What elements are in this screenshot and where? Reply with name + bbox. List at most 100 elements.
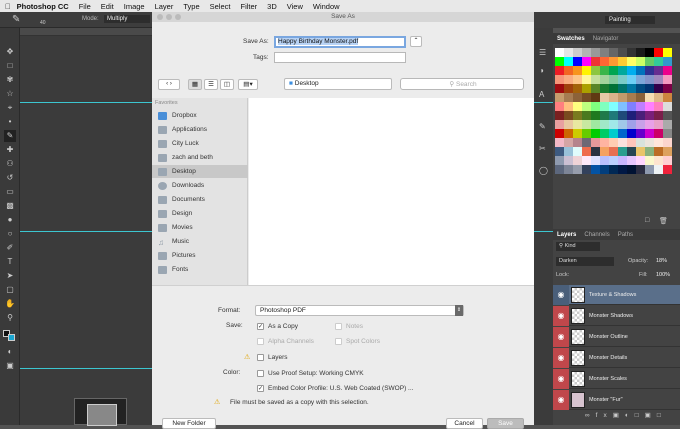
color-swatch[interactable] — [663, 120, 672, 129]
embed-profile-checkbox[interactable]: ✓ — [257, 385, 264, 392]
color-swatch[interactable] — [618, 48, 627, 57]
color-swatch[interactable] — [645, 75, 654, 84]
color-swatch[interactable] — [618, 75, 627, 84]
color-swatch[interactable] — [609, 48, 618, 57]
cancel-button[interactable]: Cancel — [446, 418, 483, 429]
alpha-channels-checkbox[interactable] — [257, 338, 264, 345]
layer-row[interactable]: ◉ Monster "Fur" — [553, 389, 680, 410]
color-swatch[interactable] — [555, 165, 564, 174]
color-swatch[interactable] — [582, 102, 591, 111]
mode-select[interactable]: Multiply — [104, 15, 150, 23]
color-swatch[interactable] — [609, 147, 618, 156]
color-swatch[interactable] — [564, 48, 573, 57]
tab-swatches[interactable]: Swatches — [553, 36, 589, 42]
sidebar-item-zach-and-beth[interactable]: zach and beth — [152, 151, 248, 164]
path-select-icon[interactable]: ➤ — [4, 270, 16, 282]
tags-input[interactable] — [274, 52, 406, 63]
color-swatch[interactable] — [645, 111, 654, 120]
color-swatch[interactable] — [645, 138, 654, 147]
apple-icon[interactable]:  — [5, 2, 11, 11]
save-button[interactable]: Save — [487, 418, 524, 429]
color-swatch[interactable] — [573, 129, 582, 138]
color-swatch[interactable] — [591, 111, 600, 120]
color-swatch[interactable] — [663, 165, 672, 174]
color-swatch[interactable] — [654, 66, 663, 75]
color-swatch[interactable] — [663, 84, 672, 93]
color-swatch[interactable] — [618, 57, 627, 66]
eraser-tool-icon[interactable]: ▭ — [4, 186, 16, 198]
color-swatch[interactable] — [555, 84, 564, 93]
color-swatch[interactable] — [591, 120, 600, 129]
quick-mask-icon[interactable]: ◐ — [4, 346, 16, 358]
color-swatch[interactable] — [573, 111, 582, 120]
color-swatch[interactable] — [591, 156, 600, 165]
color-swatch[interactable] — [618, 102, 627, 111]
brush-size[interactable]: 40 — [40, 20, 46, 26]
color-swatch[interactable] — [600, 102, 609, 111]
color-swatch[interactable] — [663, 111, 672, 120]
clone-source-icon[interactable]: ✂ — [539, 144, 546, 153]
color-swatch[interactable] — [591, 84, 600, 93]
color-swatch[interactable] — [636, 93, 645, 102]
hand-tool-icon[interactable]: ✋ — [4, 298, 16, 310]
3d-panel-icon[interactable]: ◯ — [539, 166, 548, 175]
type-tool-icon[interactable]: T — [4, 256, 16, 268]
fill-value[interactable]: 100% — [656, 272, 670, 278]
color-swatch[interactable] — [600, 48, 609, 57]
color-swatch[interactable] — [645, 156, 654, 165]
column-view-icon[interactable]: ◫ — [220, 79, 234, 90]
color-swatch[interactable] — [582, 48, 591, 57]
color-swatch[interactable] — [627, 75, 636, 84]
color-swatch[interactable] — [591, 147, 600, 156]
visibility-eye-icon[interactable]: ◉ — [553, 389, 569, 410]
color-swatch[interactable] — [600, 129, 609, 138]
color-swatch[interactable] — [600, 57, 609, 66]
color-swatch[interactable] — [555, 93, 564, 102]
color-swatch[interactable] — [627, 57, 636, 66]
adjustments-panel-icon[interactable]: ◑ — [539, 66, 544, 75]
color-swatch[interactable] — [555, 147, 564, 156]
color-swatch[interactable] — [636, 66, 645, 75]
color-swatch[interactable] — [654, 120, 663, 129]
color-swatch[interactable] — [591, 48, 600, 57]
color-swatch[interactable] — [645, 129, 654, 138]
color-swatch[interactable] — [645, 48, 654, 57]
visibility-eye-icon[interactable]: ◉ — [553, 284, 569, 305]
color-swatch[interactable] — [636, 84, 645, 93]
color-swatch[interactable] — [600, 156, 609, 165]
color-swatch[interactable] — [582, 66, 591, 75]
tab-channels[interactable]: Channels — [580, 232, 613, 238]
color-swatch[interactable] — [627, 129, 636, 138]
swatch-grid[interactable] — [555, 48, 672, 174]
blur-tool-icon[interactable]: ● — [4, 214, 16, 226]
color-swatch[interactable] — [654, 147, 663, 156]
color-swatch[interactable] — [573, 156, 582, 165]
stamp-tool-icon[interactable]: ⚇ — [4, 158, 16, 170]
location-select[interactable]: ■ Desktop — [284, 78, 392, 90]
color-swatch[interactable] — [591, 138, 600, 147]
sidebar-item-pictures[interactable]: Pictures — [152, 249, 248, 262]
menu-edit[interactable]: Edit — [101, 2, 114, 11]
color-swatch[interactable] — [573, 120, 582, 129]
delete-swatch-icon[interactable]: 🗑 — [659, 217, 668, 225]
color-swatch[interactable] — [618, 138, 627, 147]
color-swatch[interactable] — [600, 147, 609, 156]
color-swatch[interactable] — [618, 129, 627, 138]
color-swatch[interactable] — [627, 147, 636, 156]
new-swatch-icon[interactable]: □ — [645, 217, 649, 224]
color-swatch[interactable] — [636, 57, 645, 66]
color-swatch[interactable] — [573, 57, 582, 66]
color-swatch[interactable] — [636, 48, 645, 57]
color-swatch[interactable] — [654, 84, 663, 93]
background-color-swatch[interactable] — [8, 334, 15, 341]
layer-kind-filter[interactable]: ⚲ Kind — [556, 242, 600, 251]
color-swatch[interactable] — [591, 102, 600, 111]
sidebar-item-dropbox[interactable]: Dropbox — [152, 109, 248, 122]
color-swatch[interactable] — [627, 138, 636, 147]
menu-type[interactable]: Type — [183, 2, 199, 11]
color-swatch[interactable] — [618, 156, 627, 165]
color-swatch[interactable] — [609, 102, 618, 111]
app-menu[interactable]: Photoshop CC — [17, 2, 69, 11]
color-swatch[interactable] — [609, 165, 618, 174]
color-swatch[interactable] — [654, 93, 663, 102]
